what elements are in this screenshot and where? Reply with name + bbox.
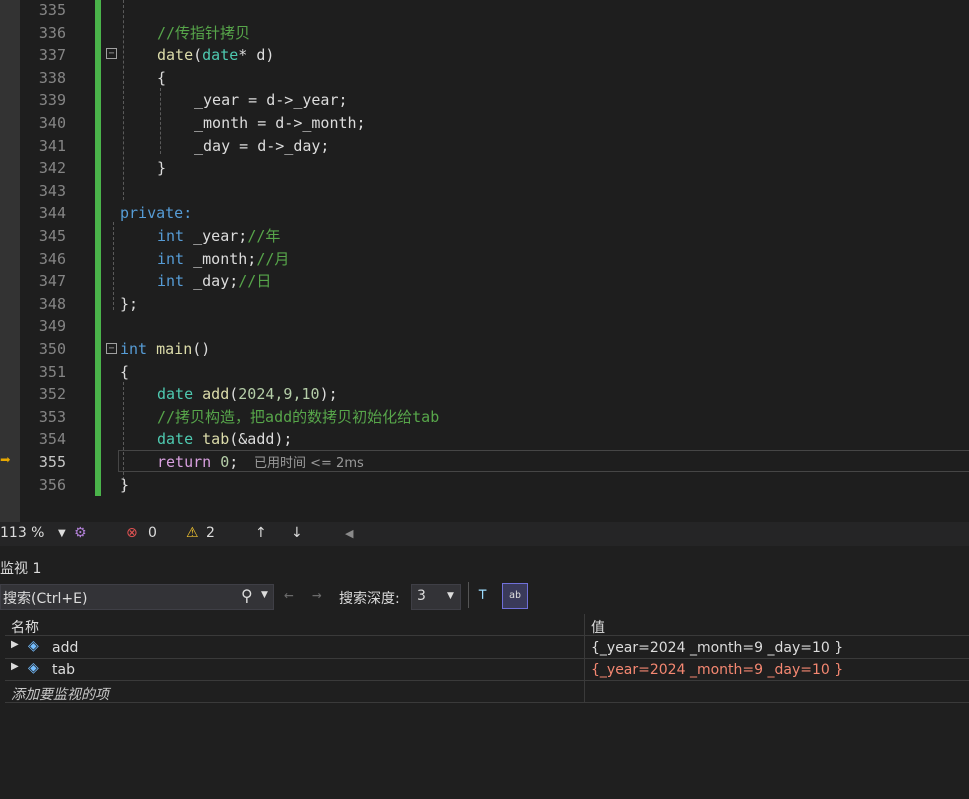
error-count[interactable]: 0 bbox=[148, 525, 157, 541]
line-number: 336 bbox=[38, 23, 66, 42]
column-header-value[interactable]: 值 bbox=[591, 617, 605, 637]
code-line: date(date* d) bbox=[157, 46, 275, 65]
add-watch-item[interactable]: 添加要监视的项 bbox=[11, 684, 109, 704]
elapsed-time-hint: 已用时间 <= 2ms bbox=[254, 456, 364, 471]
next-issue-icon[interactable]: ↓ bbox=[291, 525, 303, 541]
add-watch-row[interactable]: 添加要监视的项 bbox=[5, 681, 969, 703]
warning-count[interactable]: 2 bbox=[206, 525, 215, 541]
code-line: date add(2024,9,10); bbox=[157, 385, 338, 404]
table-row[interactable]: ▶ ◈ add {_year=2024 _month=9 _day=10 } bbox=[5, 637, 969, 659]
watch-name[interactable]: add bbox=[52, 640, 78, 656]
code-line: date tab(&add); bbox=[157, 430, 293, 449]
line-number: 356 bbox=[38, 475, 66, 494]
scroll-left-icon[interactable]: ◀ bbox=[345, 527, 353, 540]
code-line: return 0; bbox=[157, 453, 239, 471]
line-number: 351 bbox=[38, 362, 66, 381]
zoom-level[interactable]: 113 % bbox=[0, 525, 44, 541]
search-options-dropdown-icon[interactable]: ▼ bbox=[261, 590, 268, 600]
code-line: int _day;//日 bbox=[157, 272, 272, 291]
variable-icon: ◈ bbox=[28, 660, 39, 676]
line-number: 350 bbox=[38, 340, 66, 358]
code-comment: //传指针拷贝 bbox=[157, 23, 251, 42]
code-line: _day = d->_day; bbox=[194, 136, 330, 155]
search-icon[interactable]: ⚲ bbox=[241, 586, 253, 605]
line-number: 343 bbox=[38, 181, 66, 200]
line-number: 346 bbox=[38, 249, 66, 268]
line-number: 341 bbox=[38, 136, 66, 155]
line-number: 348 bbox=[38, 294, 66, 313]
editor-status-bar: 113 % ▼ ⚙ ⊗ 0 ⚠ 2 ↑ ↓ ◀ bbox=[0, 522, 969, 546]
copilot-icon[interactable]: ⚙ bbox=[74, 525, 87, 541]
code-line: } bbox=[120, 475, 130, 494]
grid-header: 名称 值 bbox=[5, 614, 969, 636]
line-number: 355 bbox=[38, 453, 66, 471]
code-line: int _month;//月 bbox=[157, 249, 290, 268]
code-line: }; bbox=[120, 294, 139, 313]
code-line: _year = d->_year; bbox=[194, 91, 348, 110]
watch-value[interactable]: {_year=2024 _month=9 _day=10 } bbox=[591, 640, 843, 656]
hex-display-toggle-icon[interactable]: ab bbox=[502, 583, 528, 609]
code-line: int main() bbox=[120, 340, 211, 358]
watch-value-changed[interactable]: {_year=2024 _month=9 _day=10 } bbox=[591, 662, 843, 678]
line-number: 347 bbox=[38, 272, 66, 291]
line-number: 339 bbox=[38, 91, 66, 110]
line-number: 337 bbox=[38, 46, 66, 65]
search-depth-select[interactable]: 3 ▼ bbox=[411, 584, 461, 610]
code-line: { bbox=[120, 362, 130, 381]
line-number: 335 bbox=[38, 1, 66, 19]
pin-icon[interactable]: ⊤ bbox=[478, 585, 487, 603]
line-number: 352 bbox=[38, 385, 66, 404]
code-line: private: bbox=[120, 204, 193, 223]
line-number: 344 bbox=[38, 204, 66, 223]
search-depth-value: 3 bbox=[417, 588, 426, 604]
forward-arrow-icon[interactable]: → bbox=[312, 585, 322, 604]
line-number: 349 bbox=[38, 317, 66, 336]
variable-icon: ◈ bbox=[28, 638, 39, 654]
code-editor[interactable]: − − 335 336 //传指针拷贝 337 date(date* d) 33… bbox=[0, 0, 969, 522]
zoom-dropdown-icon[interactable]: ▼ bbox=[58, 528, 66, 539]
chevron-down-icon[interactable]: ▼ bbox=[447, 591, 454, 601]
column-header-name[interactable]: 名称 bbox=[11, 617, 39, 637]
table-row[interactable]: ▶ ◈ tab {_year=2024 _month=9 _day=10 } bbox=[5, 659, 969, 681]
search-depth-label: 搜索深度: bbox=[339, 591, 400, 607]
error-icon[interactable]: ⊗ bbox=[126, 525, 138, 541]
toolbar-divider bbox=[468, 582, 469, 608]
code-line: int _year;//年 bbox=[157, 227, 281, 245]
code-comment: //拷贝构造，把add的数拷贝初始化给tab bbox=[157, 407, 440, 426]
line-number: 340 bbox=[38, 114, 66, 132]
code-line: } bbox=[157, 159, 167, 178]
expand-icon[interactable]: ▶ bbox=[11, 639, 19, 650]
watch-name[interactable]: tab bbox=[52, 662, 75, 678]
line-number: 354 bbox=[38, 430, 66, 449]
code-line: _month = d->_month; bbox=[194, 114, 366, 132]
line-number: 338 bbox=[38, 68, 66, 87]
back-arrow-icon[interactable]: ← bbox=[284, 585, 294, 604]
warning-icon[interactable]: ⚠ bbox=[186, 525, 199, 541]
watch-toolbar: 搜索(Ctrl+E) ⚲ ▼ ← → 搜索深度: 3 ▼ ⊤ ab bbox=[0, 582, 969, 612]
line-number: 345 bbox=[38, 227, 66, 245]
code-line: { bbox=[157, 68, 167, 87]
search-input[interactable]: 搜索(Ctrl+E) ⚲ ▼ bbox=[0, 584, 274, 610]
expand-icon[interactable]: ▶ bbox=[11, 661, 19, 672]
previous-issue-icon[interactable]: ↑ bbox=[255, 525, 267, 541]
line-number: 353 bbox=[38, 407, 66, 426]
watch-panel-title: 监视 1 bbox=[0, 561, 42, 577]
search-placeholder: 搜索(Ctrl+E) bbox=[3, 591, 88, 607]
line-number: 342 bbox=[38, 159, 66, 178]
